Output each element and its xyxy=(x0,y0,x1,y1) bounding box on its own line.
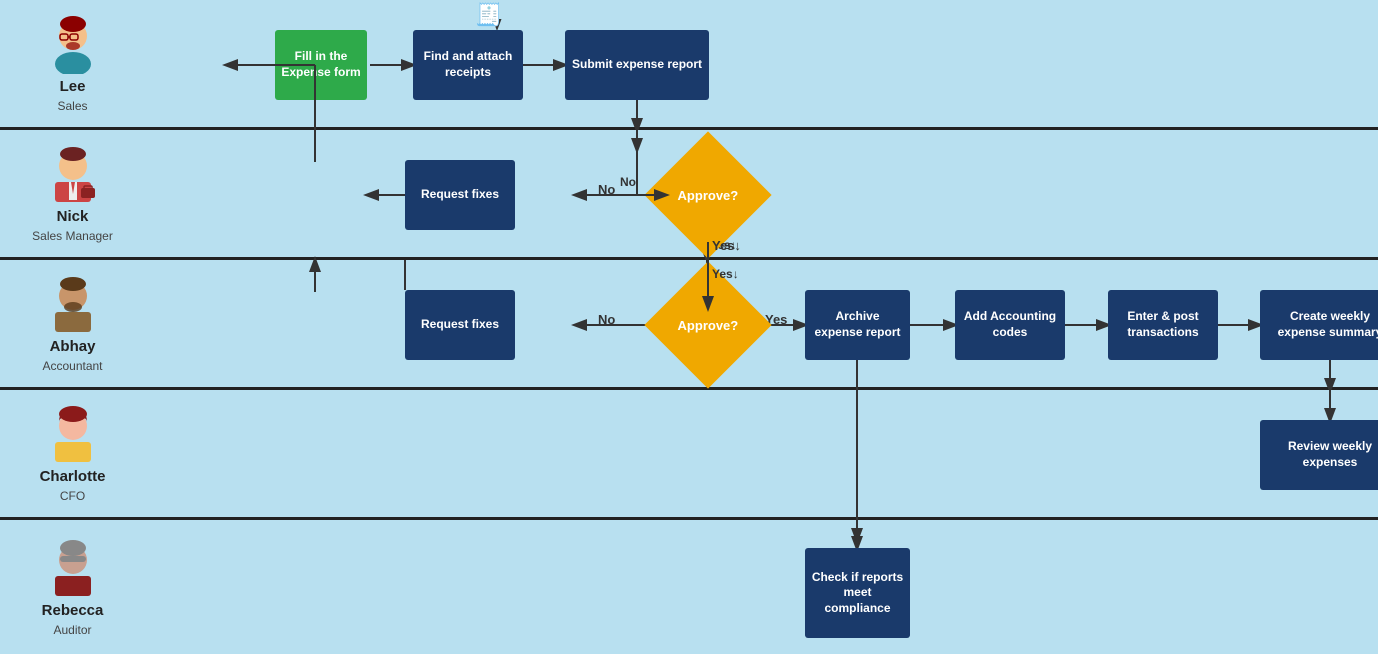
avatar-rebecca xyxy=(43,538,103,598)
box-review-weekly: Review weekly expenses xyxy=(1260,420,1378,490)
charlotte-arrows xyxy=(145,390,1378,517)
actor-lee: Lee Sales xyxy=(0,0,145,127)
diamond-approve-abhay: Approve? xyxy=(644,261,771,388)
no-label-nick: No xyxy=(598,182,615,197)
diamond-approve-abhay-label: Approve? xyxy=(678,317,739,332)
box-request-fixes-nick: Request fixes xyxy=(405,160,515,230)
box-submit-report: Submit expense report xyxy=(565,30,709,100)
box-create-weekly: Create weekly expense summary xyxy=(1260,290,1378,360)
box-find-receipts: Find and attach receipts xyxy=(413,30,523,100)
diamond-approve-nick: Approve? xyxy=(644,131,771,258)
actor-rebecca: Rebecca Auditor xyxy=(0,520,145,654)
lane-nick-content: No Yes↓ Request fixes Approve? No Yes↓ xyxy=(145,130,1378,257)
swimlane-charlotte: Charlotte CFO Review weekly expenses xyxy=(0,390,1378,520)
swimlane-abhay: Abhay Accountant xyxy=(0,260,1378,390)
rebecca-arrows xyxy=(145,520,1378,654)
lane-charlotte-content: Review weekly expenses xyxy=(145,390,1378,517)
box-check-compliance: Check if reports meet compliance xyxy=(805,548,910,638)
actor-abhay-role: Accountant xyxy=(42,359,102,373)
lane-abhay-content: No Yes Request fixes Approve? Archive ex… xyxy=(145,260,1378,387)
swimlane-rebecca: Rebecca Auditor Check if reports meet co… xyxy=(0,520,1378,654)
lane-rebecca-content: Check if reports meet compliance xyxy=(145,520,1378,654)
actor-lee-role: Sales xyxy=(57,99,87,113)
swimlane-nick: Nick Sales Manager No Yes↓ Requ xyxy=(0,130,1378,260)
avatar-abhay xyxy=(43,274,103,334)
swimlane-lee: Lee Sales 🧾 Fill in the Expense form xyxy=(0,0,1378,130)
actor-nick-name: Nick xyxy=(57,208,89,225)
actor-rebecca-role: Auditor xyxy=(53,623,91,637)
actor-abhay: Abhay Accountant xyxy=(0,260,145,387)
box-enter-post: Enter & post transactions xyxy=(1108,290,1218,360)
box-fill-form: Fill in the Expense form xyxy=(275,30,367,100)
actor-abhay-name: Abhay xyxy=(50,338,96,355)
box-archive-report: Archive expense report xyxy=(805,290,910,360)
lane-lee-content: 🧾 Fill in the Expense form Find and atta… xyxy=(145,0,1378,127)
diamond-approve-nick-label: Approve? xyxy=(678,187,739,202)
avatar-charlotte xyxy=(43,404,103,464)
avatar-nick xyxy=(43,144,103,204)
avatar-lee xyxy=(43,14,103,74)
box-add-accounting: Add Accounting codes xyxy=(955,290,1065,360)
yes-label-nick: Yes↓ xyxy=(712,238,741,253)
actor-charlotte: Charlotte CFO xyxy=(0,390,145,517)
box-request-fixes-abhay: Request fixes xyxy=(405,290,515,360)
actor-rebecca-name: Rebecca xyxy=(42,602,104,619)
actor-charlotte-role: CFO xyxy=(60,489,85,503)
actor-nick-role: Sales Manager xyxy=(32,229,113,243)
actor-nick: Nick Sales Manager xyxy=(0,130,145,257)
receipt-icon: 🧾 xyxy=(475,2,502,28)
actor-lee-name: Lee xyxy=(60,78,86,95)
no-label-abhay: No xyxy=(598,312,615,327)
label-no-nick: No xyxy=(620,175,636,189)
actor-charlotte-name: Charlotte xyxy=(40,468,106,485)
